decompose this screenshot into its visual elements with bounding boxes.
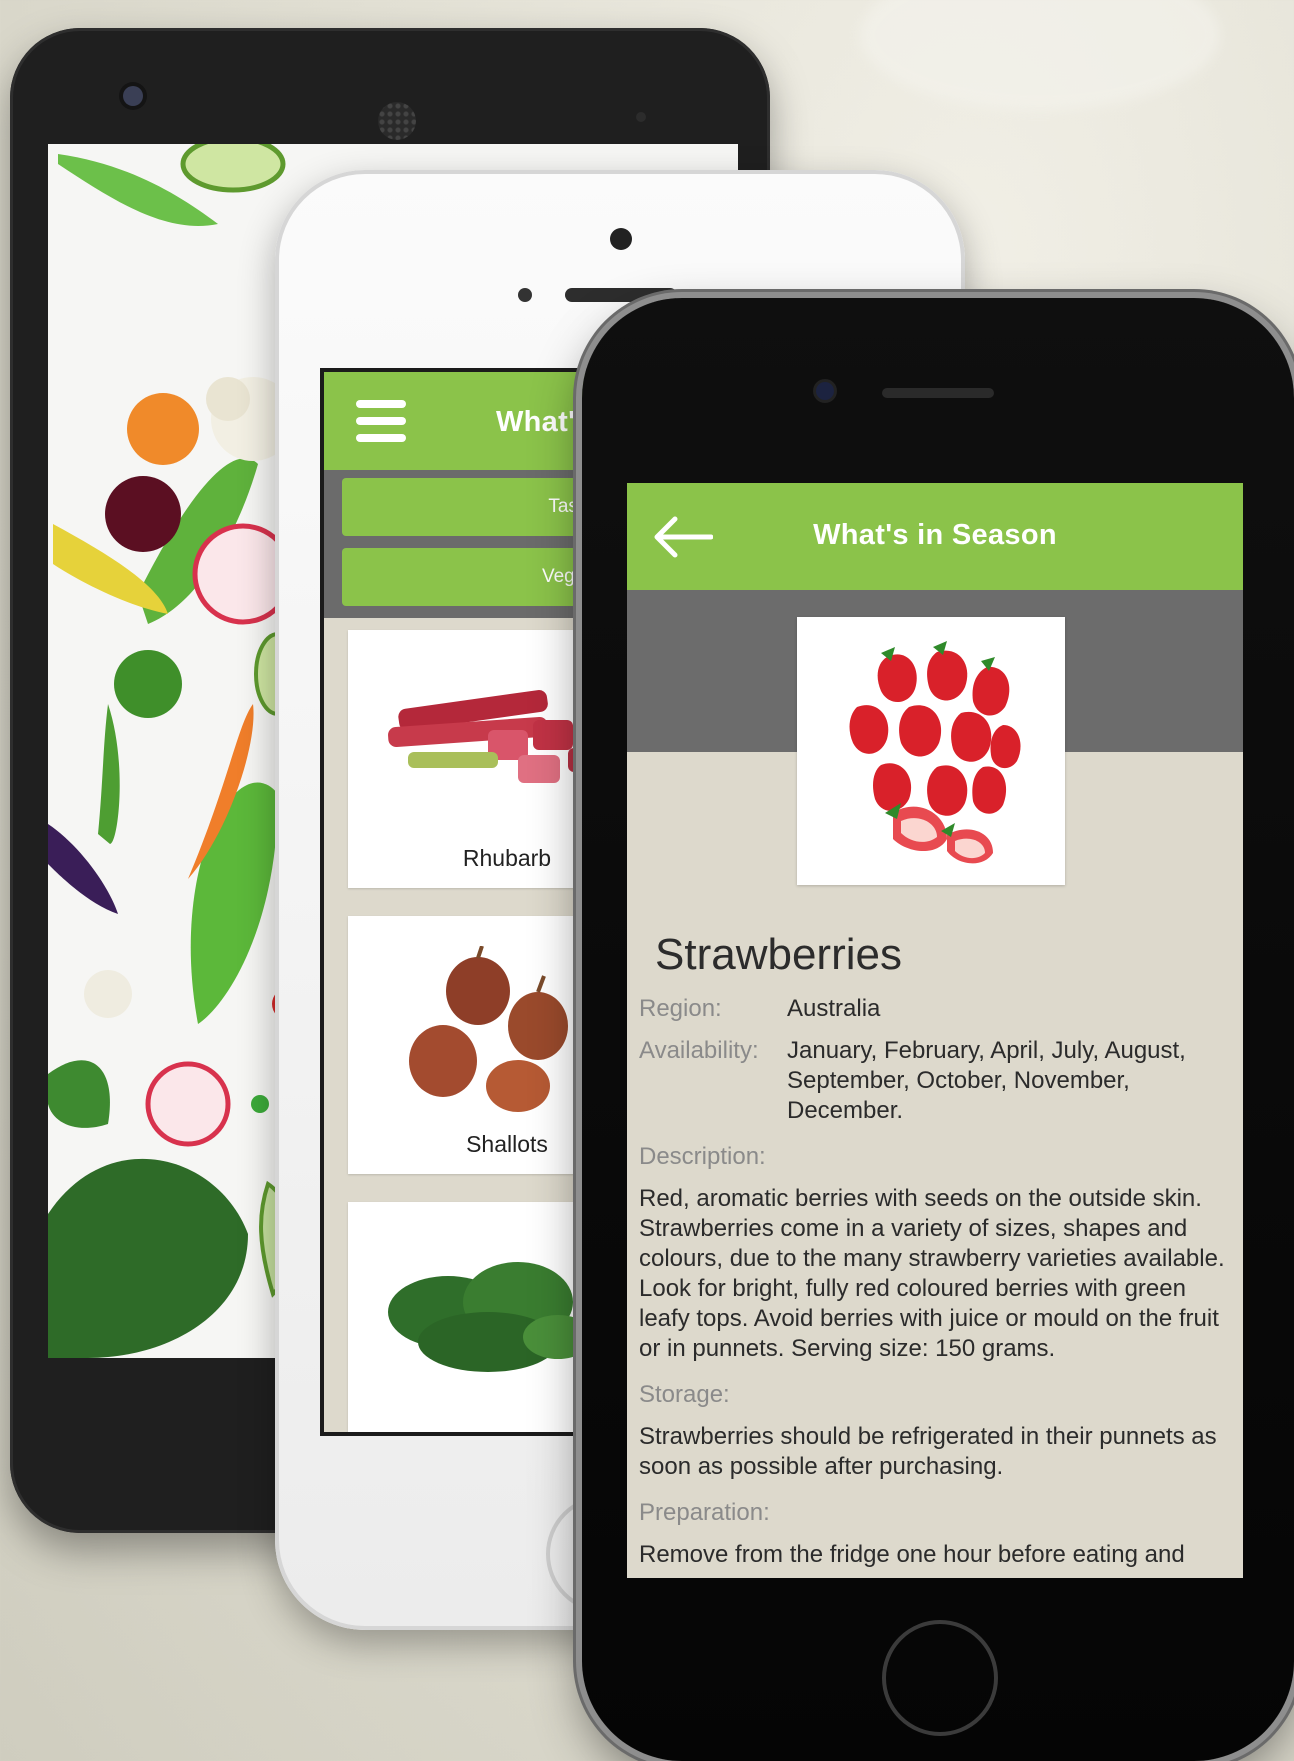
earpiece-speaker (882, 388, 994, 398)
preparation-text: Remove from the fridge one hour before e… (639, 1541, 1185, 1568)
shallots-image (409, 946, 568, 1112)
front-camera (123, 86, 143, 106)
hamburger-menu-icon[interactable] (356, 400, 406, 448)
rhubarb-image (388, 689, 598, 783)
front-camera (816, 382, 834, 400)
app-title: What's in Season (813, 519, 1057, 551)
storage-label: Storage: (639, 1381, 730, 1408)
dark-iphone: What's in Season Strawberries Region: Au… (582, 298, 1294, 1761)
front-camera (610, 228, 632, 250)
strawberries-image (849, 641, 1021, 864)
background-blur-vegetable (860, 0, 1220, 110)
proximity-sensor (636, 112, 646, 122)
storage-text: Strawberries should be refrigerated in t… (639, 1423, 1217, 1480)
app-header: What's in Season (627, 483, 1243, 590)
proximity-sensor (518, 288, 532, 302)
spinach-image (388, 1262, 593, 1372)
availability-row: Availability: January, February, April, … (639, 1036, 1225, 1126)
region-value: Australia (787, 995, 881, 1022)
region-label: Region: (639, 995, 722, 1022)
home-button[interactable] (882, 1620, 998, 1736)
availability-value: January, February, April, July, August, … (787, 1037, 1186, 1124)
produce-details: Region: Australia Availability: January,… (627, 980, 1243, 1570)
produce-photo-frame (797, 617, 1065, 885)
produce-name: Strawberries (655, 930, 902, 979)
description-text: Red, aromatic berries with seeds on the … (639, 1185, 1225, 1362)
preparation-label: Preparation: (639, 1499, 770, 1526)
region-row: Region: Australia (639, 994, 1225, 1024)
earpiece-speaker (378, 102, 416, 140)
availability-label: Availability: (639, 1037, 759, 1064)
produce-detail-screen: What's in Season Strawberries Region: Au… (627, 483, 1243, 1578)
hero-section (627, 590, 1243, 912)
description-label: Description: (639, 1143, 766, 1170)
